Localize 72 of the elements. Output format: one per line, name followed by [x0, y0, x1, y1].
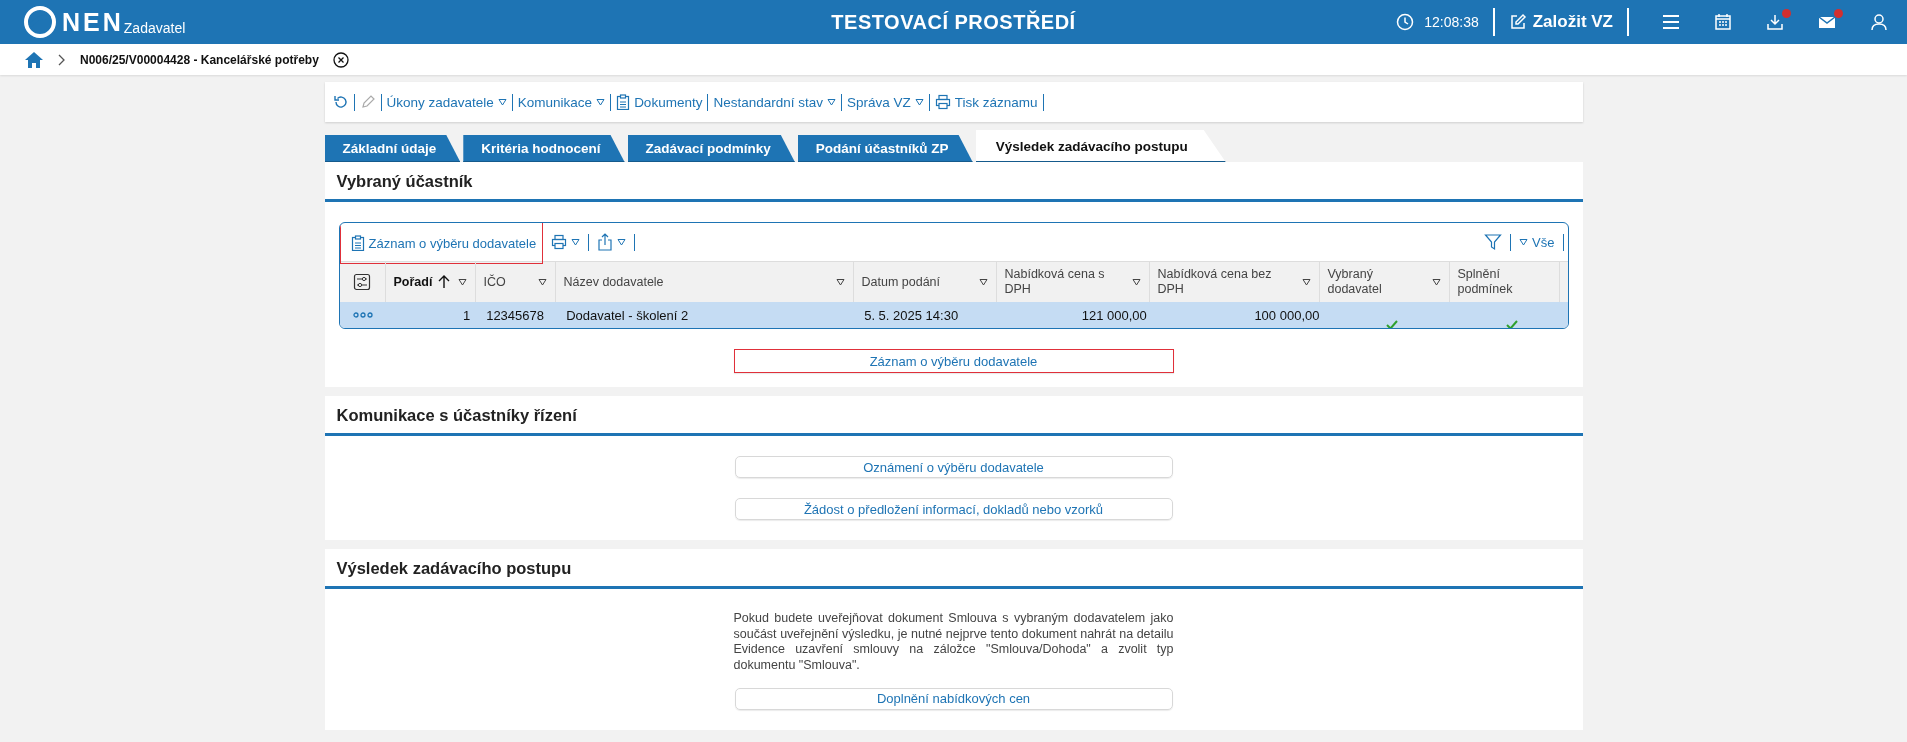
- export-icon: [597, 233, 614, 251]
- table-cell: 5. 5. 2025 14:30: [864, 307, 959, 323]
- logo-text: NEN: [62, 7, 124, 37]
- section-title: Komunikace s účastníky řízení: [324, 396, 1583, 436]
- table-cell: 121 000,00: [1081, 307, 1147, 323]
- tab[interactable]: Podání účastníků ZP: [797, 135, 973, 162]
- table-cell: 12345678: [486, 307, 544, 323]
- calendar-icon: [1714, 13, 1732, 31]
- info-text: Pokud budete uveřejňovat dokument Smlouva s vybraným dodavatelem jako součást uveřejnění výsledku, je nutné nejprve tento dokument nahrát na detailu Evidence uzavření smlouvy na záložce "Smlouva/Dohoda" a zvolit typ dokumentu "Smlouva".: [733, 611, 1174, 674]
- tab[interactable]: Základní údaje: [324, 135, 461, 162]
- section-title: Výsledek zadávacího postupu: [324, 549, 1583, 589]
- toolbar-menu[interactable]: Dokumenty: [616, 94, 703, 110]
- caret-icon: [826, 98, 836, 106]
- sort-arrow-icon: [438, 275, 451, 289]
- record-button[interactable]: Záznam o výběru dodavatele: [733, 349, 1174, 373]
- caret-icon: [978, 278, 988, 286]
- section-title: Vybraný účastník: [324, 162, 1583, 202]
- toolbar-menu[interactable]: Úkony zadavatele: [386, 94, 507, 110]
- caret-icon: [1131, 278, 1141, 286]
- more-icon[interactable]: [352, 312, 373, 318]
- printer-icon: [934, 94, 951, 110]
- close-icon: [332, 51, 349, 68]
- close-button[interactable]: [332, 51, 349, 68]
- clipboard-icon: [350, 235, 365, 251]
- table-cell: Dodavatel - školení 2: [566, 307, 689, 323]
- printer-icon: [551, 234, 568, 250]
- table-cell: 100 000,00: [1254, 307, 1320, 323]
- caret-icon: [1519, 238, 1529, 246]
- toolbar-menu[interactable]: Správa VZ: [846, 94, 924, 110]
- clock-time: 12:08:38: [1424, 14, 1479, 30]
- toolbar-menu[interactable]: Nestandardní stav: [713, 94, 836, 110]
- toolbar-menu[interactable]: Komunikace: [517, 94, 606, 110]
- caret-icon: [1301, 278, 1311, 286]
- pencil-icon: [359, 94, 376, 110]
- logo-subtitle: Zadavatel: [123, 20, 186, 36]
- caret-icon: [571, 238, 581, 246]
- tab[interactable]: Kritéria hodnocení: [463, 135, 625, 162]
- caret-icon: [617, 238, 627, 246]
- download-icon: [1766, 13, 1784, 31]
- edit-icon: [1508, 13, 1527, 31]
- user-icon: [1870, 13, 1888, 31]
- environment-title: TESTOVACÍ PROSTŘEDÍ: [831, 10, 1076, 34]
- caret-icon: [914, 98, 924, 106]
- column-settings-icon[interactable]: [353, 273, 371, 291]
- caret-icon: [537, 278, 547, 286]
- caret-icon: [457, 278, 467, 286]
- caret-icon: [497, 98, 507, 106]
- breadcrumb-title: N006/25/V00004428 - Kancelářské potřeby: [80, 52, 319, 67]
- chevron-icon: [58, 53, 66, 66]
- refresh-icon: [332, 94, 349, 110]
- table-row[interactable]: 1 12345678 Dodavatel - školení 2 5. 5. 2025 14:30 121 000,00 100 000,00: [339, 302, 1568, 328]
- filter-dropdown[interactable]: Vše: [1519, 223, 1555, 263]
- home-icon[interactable]: [24, 50, 44, 69]
- action-button[interactable]: Oznámení o výběru dodavatele: [734, 456, 1173, 478]
- refresh-button[interactable]: [332, 94, 349, 110]
- clipboard-icon: [616, 94, 631, 110]
- filter-icon: [1484, 233, 1503, 251]
- tab[interactable]: Zadávací podmínky: [627, 135, 795, 162]
- caret-icon: [596, 98, 606, 106]
- notification-dot: [1782, 9, 1791, 18]
- notification-dot: [1834, 9, 1843, 18]
- action-button[interactable]: Žádost o předložení informací, dokladů nebo vzorků: [734, 498, 1173, 520]
- create-button[interactable]: Založit VZ: [1508, 12, 1613, 32]
- clock-icon: [1396, 13, 1415, 31]
- tab[interactable]: Výsledek zadávacího postupu: [975, 130, 1226, 162]
- caret-icon: [835, 278, 845, 286]
- menu-icon: [1661, 13, 1681, 31]
- table-cell: 1: [462, 307, 471, 323]
- toolbar-menu[interactable]: Tisk záznamu: [934, 94, 1038, 110]
- caret-icon: [1431, 278, 1441, 286]
- logo-icon: [24, 6, 56, 38]
- action-button[interactable]: Doplnění nabídkových cen: [734, 687, 1173, 710]
